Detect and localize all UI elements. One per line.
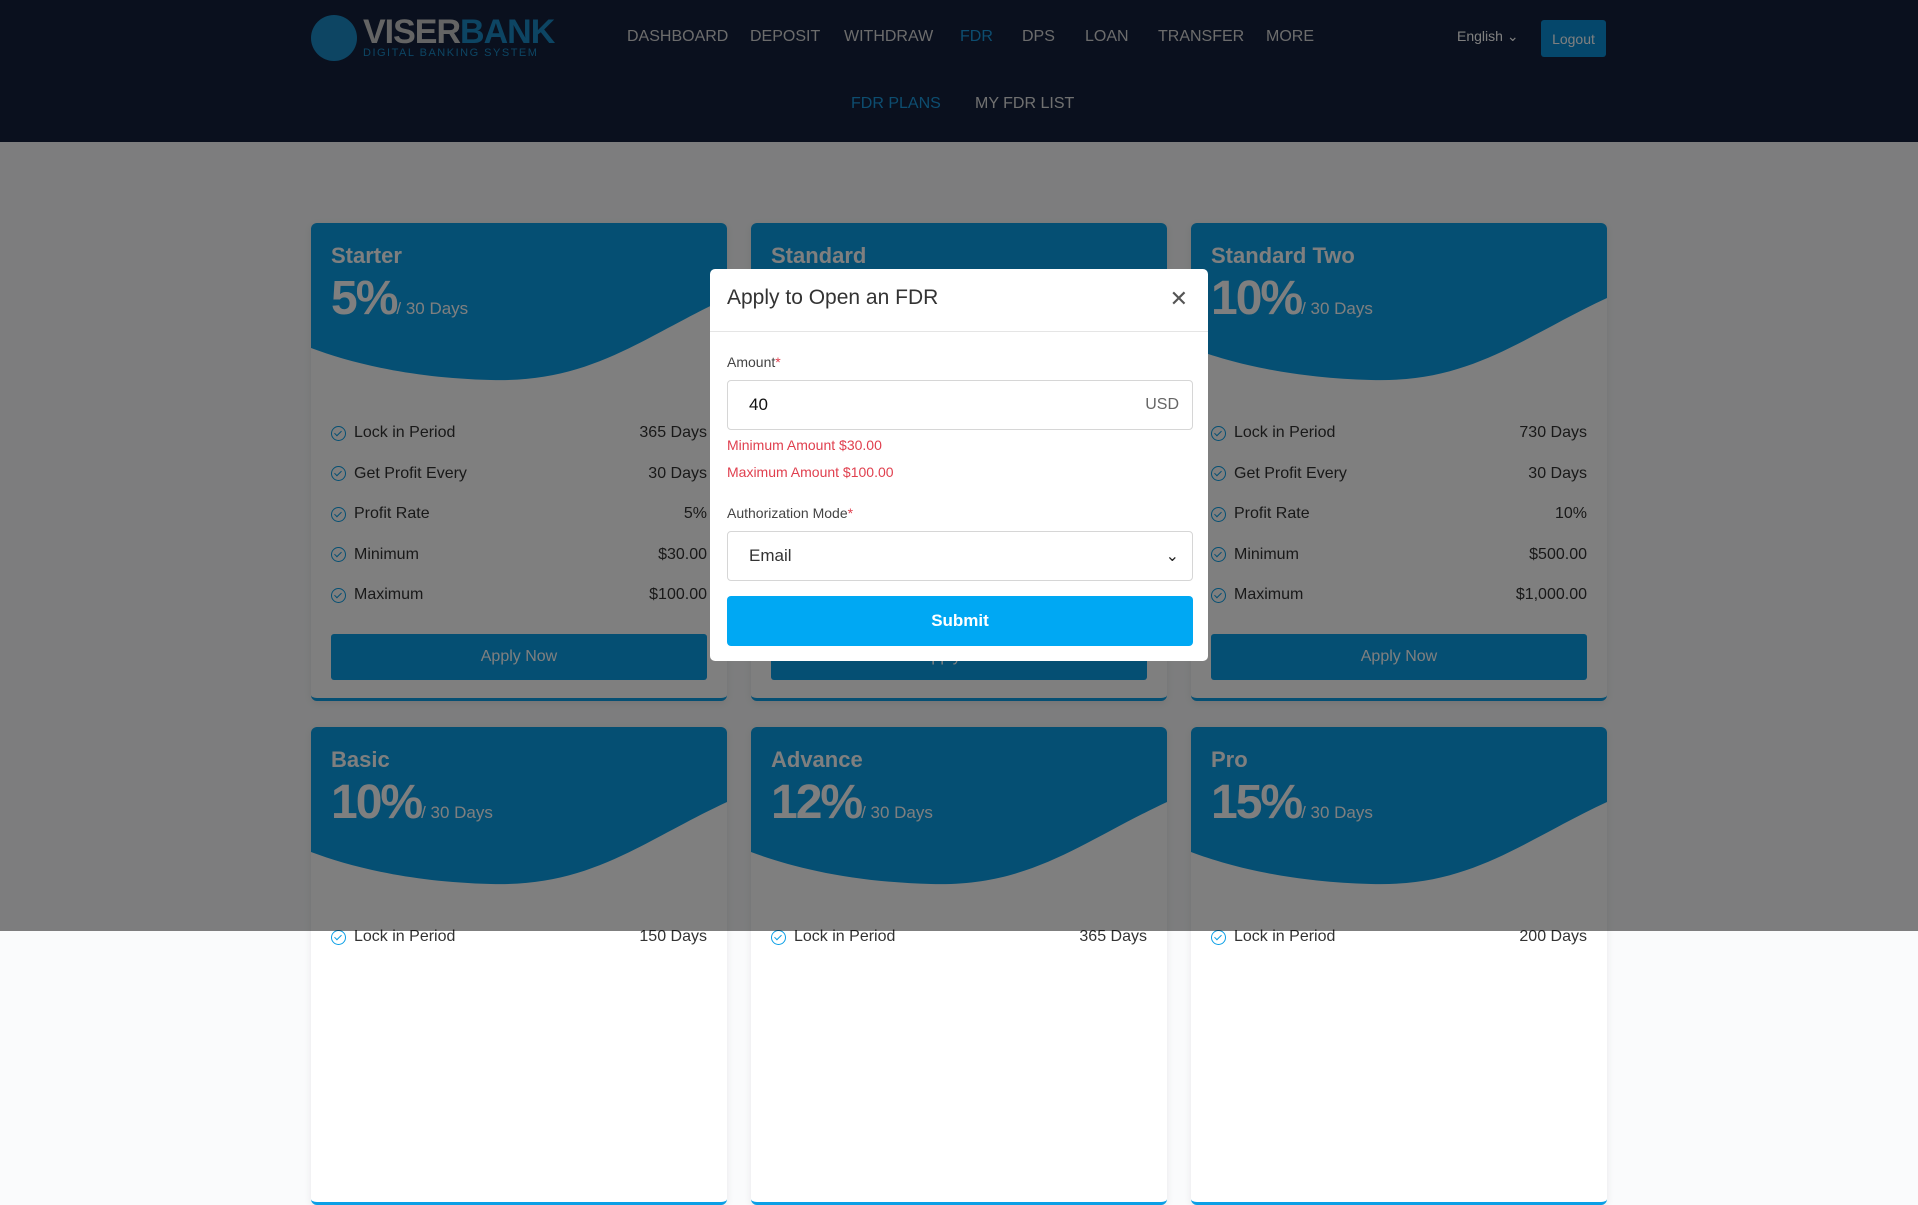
check-circle-icon (771, 929, 786, 945)
auth-mode-select[interactable]: Email ⌄ (727, 531, 1193, 581)
currency-suffix: USD (1145, 396, 1179, 413)
amount-input[interactable]: 40 USD (727, 380, 1193, 430)
apply-fdr-modal: Apply to Open an FDR ✕ Amount* 40 USD Min… (710, 269, 1208, 661)
modal-title: Apply to Open an FDR (727, 286, 939, 309)
auth-mode-label: Authorization Mode* (727, 505, 854, 521)
check-circle-icon (1211, 929, 1226, 945)
submit-button[interactable]: Submit (727, 596, 1193, 646)
amount-value[interactable]: 40 (749, 395, 768, 415)
amount-label: Amount* (727, 354, 781, 370)
chevron-down-icon: ⌄ (1165, 548, 1179, 565)
auth-mode-value: Email (749, 546, 792, 565)
max-amount-text: Maximum Amount $100.00 (727, 464, 894, 480)
check-circle-icon (331, 929, 346, 945)
min-amount-text: Minimum Amount $30.00 (727, 437, 882, 453)
close-icon[interactable]: ✕ (1170, 286, 1188, 312)
